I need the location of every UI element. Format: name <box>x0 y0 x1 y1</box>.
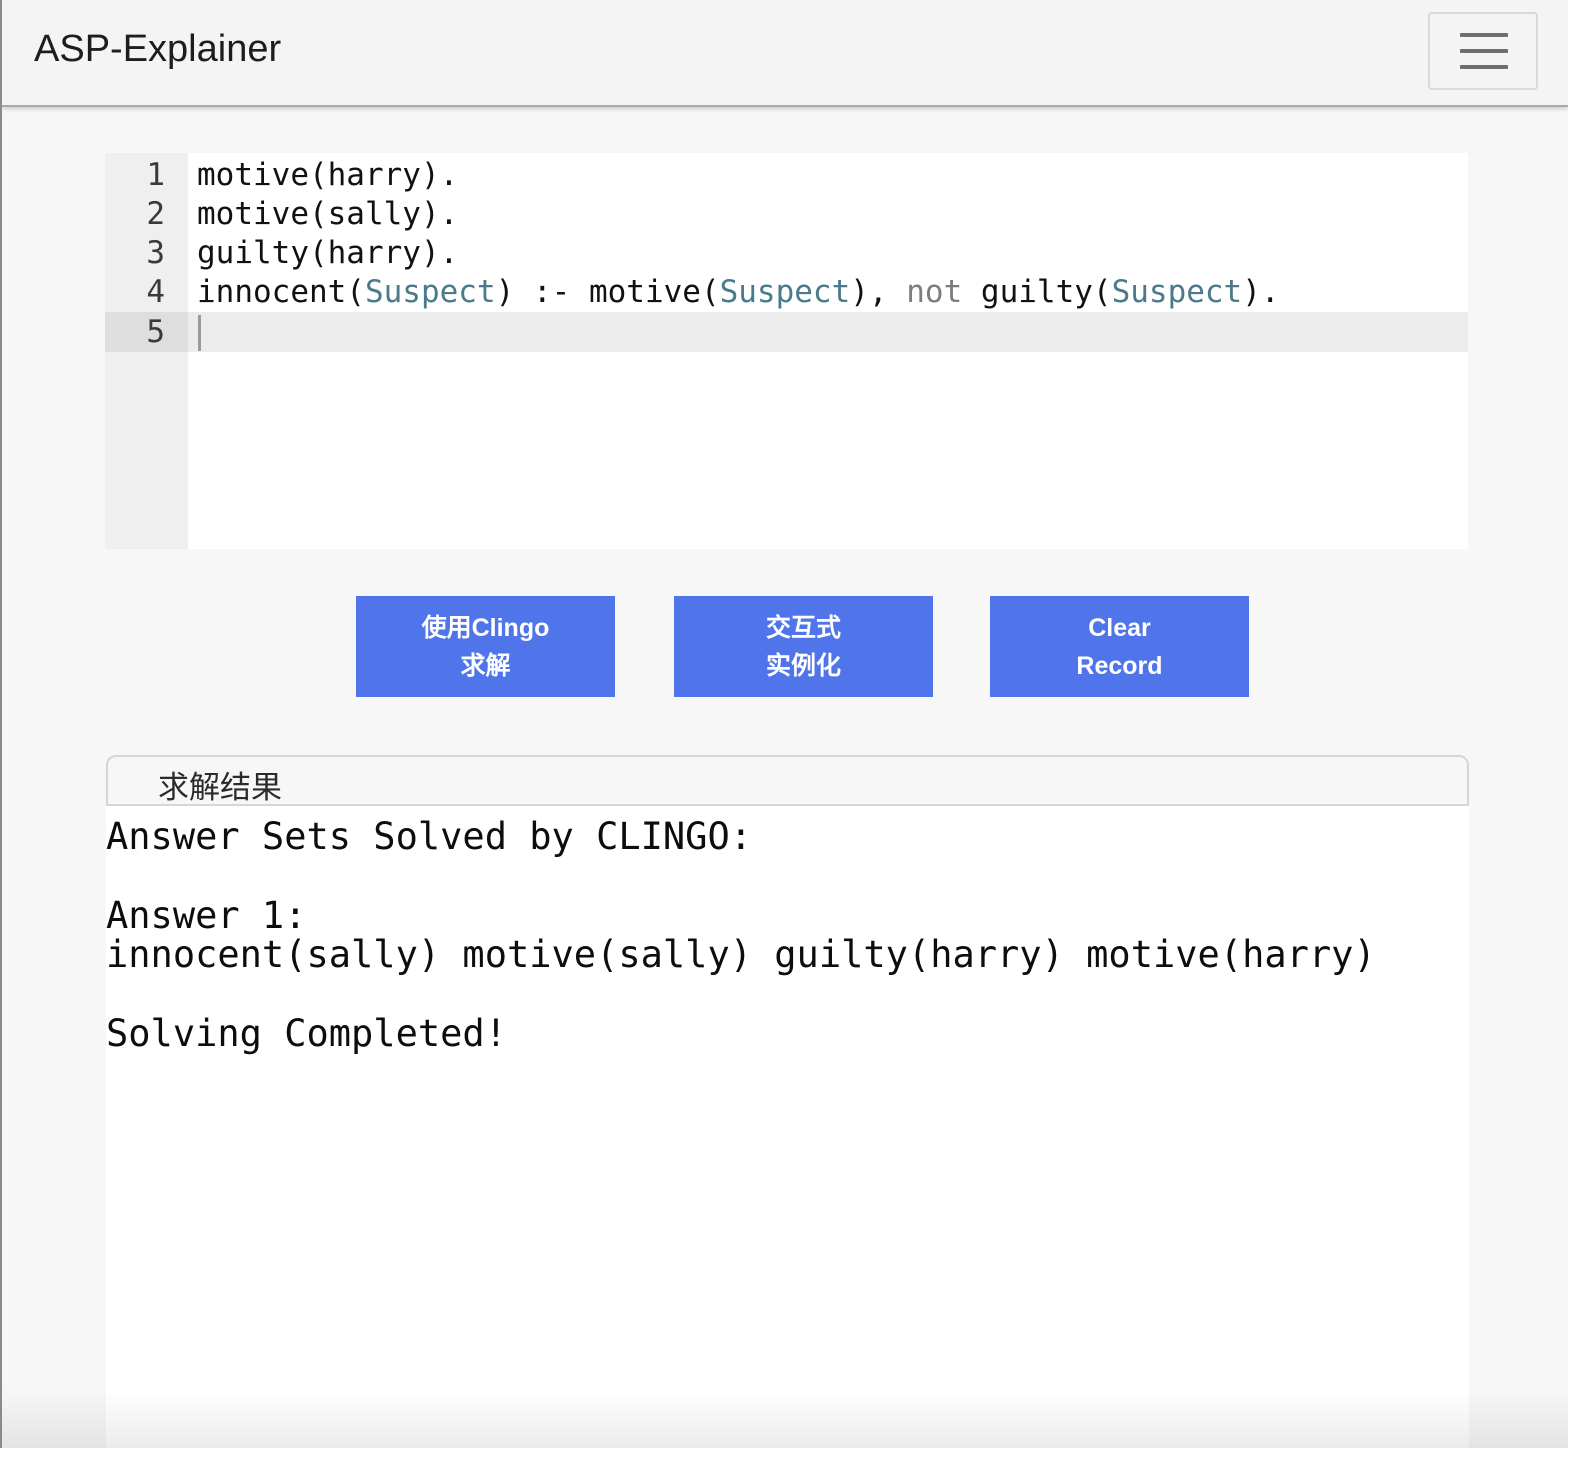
keyword-token: not <box>906 274 963 310</box>
text-cursor <box>198 315 201 351</box>
editor-line[interactable]: 5 <box>105 312 1468 352</box>
line-number: 3 <box>146 235 165 271</box>
clear-button-line2: Record <box>1076 651 1163 680</box>
code-token: ) :- motive( <box>495 274 720 310</box>
code-editor[interactable]: 1 motive(harry). 2 motive(sally). 3 guilty(ha… <box>105 153 1468 549</box>
code-token: guilty( <box>962 274 1112 310</box>
app-window: ASP-Explainer 1 motive(harry). 2 motive(sal… <box>0 0 1568 1448</box>
editor-line[interactable]: 3 guilty(harry). <box>105 233 1468 273</box>
navbar: ASP-Explainer <box>2 0 1568 107</box>
line-number: 1 <box>146 157 165 193</box>
result-output: Answer Sets Solved by CLINGO: Answer 1: in… <box>106 806 1469 1448</box>
interactive-button-line1: 交互式 <box>765 613 841 642</box>
editor-line[interactable]: 1 motive(harry). <box>105 155 1468 195</box>
code-token: ). <box>1242 274 1280 310</box>
code-token: innocent( <box>197 274 365 310</box>
bottom-shadow <box>2 1390 1568 1448</box>
code-token: ), <box>850 274 907 310</box>
app-title[interactable]: ASP-Explainer <box>34 28 281 71</box>
interactive-instantiation-button[interactable]: 交互式 实例化 <box>674 596 933 697</box>
result-line: Answer 1: <box>106 894 307 937</box>
result-line: Answer Sets Solved by CLINGO: <box>106 815 753 858</box>
clear-button-line1: Clear <box>1088 613 1151 642</box>
code-token: motive(sally). <box>197 196 459 232</box>
solve-with-clingo-button[interactable]: 使用Clingo 求解 <box>356 596 615 697</box>
result-panel-title: 求解结果 <box>158 770 282 806</box>
interactive-button-line2: 实例化 <box>765 651 841 680</box>
result-line: Solving Completed! <box>106 1012 507 1055</box>
line-code: guilty(harry). <box>197 233 458 273</box>
code-token: motive(harry). <box>197 157 459 193</box>
line-code: motive(harry). <box>197 155 458 195</box>
variable-token: Suspect <box>719 274 851 310</box>
line-number: 2 <box>146 196 165 232</box>
editor-line[interactable]: 4 innocent(Suspect) :- motive(Suspect), n… <box>105 272 1468 312</box>
result-panel-header: 求解结果 <box>106 755 1469 806</box>
solve-button-line2: 求解 <box>460 651 511 680</box>
variable-token: Suspect <box>1111 274 1243 310</box>
variable-token: Suspect <box>364 274 496 310</box>
solve-button-line1: 使用Clingo <box>421 613 550 642</box>
line-number: 4 <box>146 274 165 310</box>
clear-record-button[interactable]: Clear Record <box>990 596 1249 697</box>
result-line: innocent(sally) motive(sally) guilty(har… <box>106 933 1376 976</box>
line-code: motive(sally). <box>197 194 458 234</box>
line-number: 5 <box>105 312 188 352</box>
editor-line[interactable]: 2 motive(sally). <box>105 194 1468 234</box>
code-token: guilty(harry). <box>197 235 459 271</box>
hamburger-menu-button[interactable] <box>1428 12 1538 90</box>
line-code: innocent(Suspect) :- motive(Suspect), no… <box>197 272 1280 312</box>
